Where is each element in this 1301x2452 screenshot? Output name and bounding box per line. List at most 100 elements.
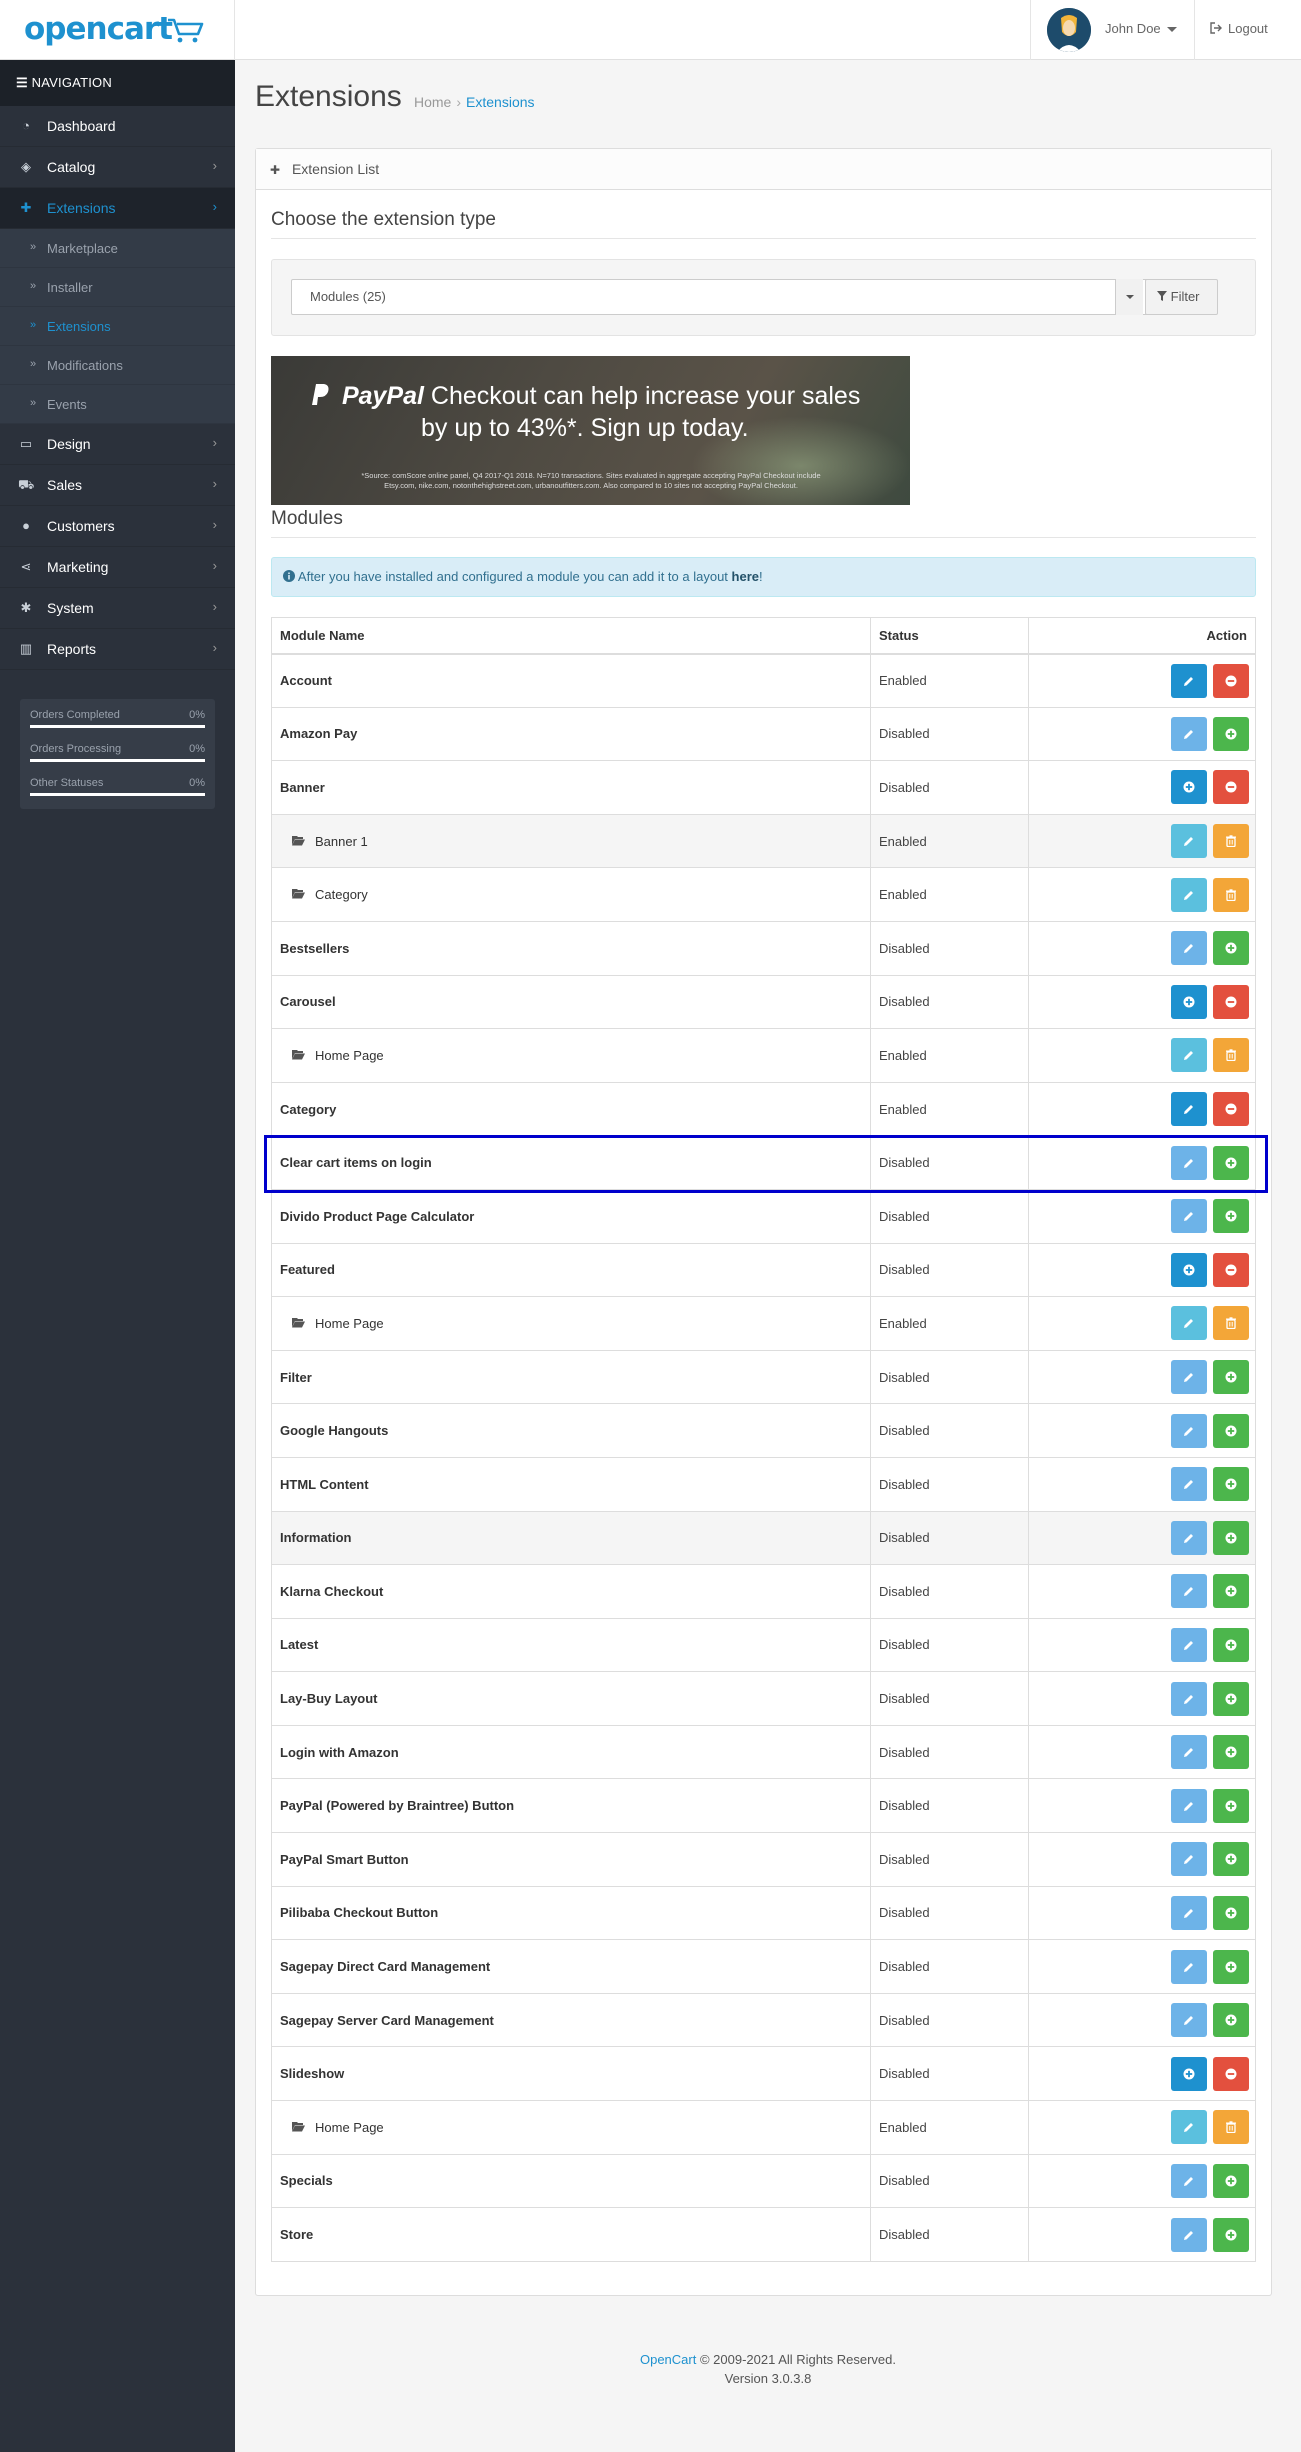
- modules-table-body: Account Enabled Amazon Pay Disabled Banner Di…: [271, 653, 1256, 2262]
- paypal-promo-banner[interactable]: PayPal Checkout can help increase your s…: [271, 356, 910, 505]
- module-actions: [1028, 1671, 1256, 1726]
- module-name-cell: Home Page: [271, 1028, 871, 1083]
- edit-button[interactable]: [1171, 2110, 1207, 2145]
- module-name-cell: Banner: [271, 760, 871, 815]
- edit-button[interactable]: [1171, 1788, 1207, 1823]
- install-button[interactable]: [1213, 1520, 1249, 1555]
- install-button[interactable]: [1213, 1413, 1249, 1448]
- install-button[interactable]: [1213, 1145, 1249, 1180]
- menu-customers[interactable]: ● Customers ›: [0, 506, 235, 547]
- uninstall-button[interactable]: [1213, 663, 1249, 698]
- install-button[interactable]: [1213, 1681, 1249, 1716]
- uninstall-button[interactable]: [1213, 2056, 1249, 2091]
- edit-button[interactable]: [1171, 1520, 1207, 1555]
- install-button[interactable]: [1213, 1735, 1249, 1770]
- edit-button[interactable]: [1171, 1038, 1207, 1073]
- menu-marketing[interactable]: ⋖ Marketing ›: [0, 547, 235, 588]
- install-button[interactable]: [1213, 1360, 1249, 1395]
- edit-button[interactable]: [1171, 1681, 1207, 1716]
- select-caret-icon[interactable]: [1115, 279, 1143, 315]
- submenu-installer[interactable]: » Installer: [0, 268, 235, 307]
- module-status: Disabled: [870, 920, 1029, 976]
- edit-button[interactable]: [1171, 1574, 1207, 1609]
- install-button[interactable]: [1213, 1467, 1249, 1502]
- extension-type-select[interactable]: Modules (25): [291, 279, 1171, 315]
- install-button[interactable]: [1213, 1842, 1249, 1877]
- edit-button[interactable]: [1171, 716, 1207, 751]
- edit-button[interactable]: [1171, 1199, 1207, 1234]
- edit-button[interactable]: [1171, 1145, 1207, 1180]
- uninstall-button[interactable]: [1213, 770, 1249, 805]
- install-button[interactable]: [1213, 931, 1249, 966]
- edit-button[interactable]: [1171, 2217, 1207, 2252]
- footer-opencart-link[interactable]: OpenCart: [640, 2352, 696, 2367]
- edit-button[interactable]: [1171, 931, 1207, 966]
- submenu-marketplace[interactable]: » Marketplace: [0, 229, 235, 268]
- breadcrumb-home[interactable]: Home: [414, 94, 451, 110]
- delete-button[interactable]: [1213, 877, 1249, 912]
- delete-button[interactable]: [1213, 824, 1249, 859]
- menu-dashboard[interactable]: ◔ Dashboard: [0, 106, 235, 147]
- edit-button[interactable]: [1171, 1360, 1207, 1395]
- stat-label: Other Statuses: [30, 777, 104, 789]
- menu-design[interactable]: ▭ Design ›: [0, 424, 235, 465]
- edit-button[interactable]: [1171, 2003, 1207, 2038]
- edit-button[interactable]: [1171, 824, 1207, 859]
- menu-reports[interactable]: ▥ Reports ›: [0, 629, 235, 670]
- delete-button[interactable]: [1213, 1038, 1249, 1073]
- uninstall-button[interactable]: [1213, 1252, 1249, 1287]
- add-module-button[interactable]: [1171, 984, 1207, 1019]
- filter-button[interactable]: Filter: [1145, 279, 1218, 315]
- uninstall-button[interactable]: [1213, 984, 1249, 1019]
- install-button[interactable]: [1213, 1949, 1249, 1984]
- install-button[interactable]: [1213, 1895, 1249, 1930]
- menu-extensions[interactable]: ✚ Extensions ›: [0, 188, 235, 229]
- alert-layout-link[interactable]: here: [732, 569, 759, 584]
- edit-button[interactable]: [1171, 1413, 1207, 1448]
- edit-button[interactable]: [1171, 1467, 1207, 1502]
- delete-button[interactable]: [1213, 1306, 1249, 1341]
- module-name-cell: HTML Content: [271, 1456, 871, 1512]
- edit-button[interactable]: [1171, 1895, 1207, 1930]
- install-button[interactable]: [1213, 2217, 1249, 2252]
- module-status: Disabled: [870, 1242, 1029, 1298]
- submenu-events[interactable]: » Events: [0, 385, 235, 424]
- opencart-logo[interactable]: opencart: [0, 0, 235, 60]
- module-status: Enabled: [870, 867, 1029, 922]
- menu-catalog[interactable]: ◈ Catalog ›: [0, 147, 235, 188]
- module-name: Lay-Buy Layout: [280, 1691, 378, 1707]
- edit-button[interactable]: [1171, 1627, 1207, 1662]
- uninstall-button[interactable]: [1213, 1092, 1249, 1127]
- add-module-button[interactable]: [1171, 770, 1207, 805]
- menu-system[interactable]: ✱ System ›: [0, 588, 235, 629]
- install-button[interactable]: [1213, 1627, 1249, 1662]
- edit-button[interactable]: [1171, 2163, 1207, 2198]
- module-name-cell: Sagepay Server Card Management: [271, 1992, 871, 2048]
- install-button[interactable]: [1213, 1574, 1249, 1609]
- edit-button[interactable]: [1171, 877, 1207, 912]
- delete-button[interactable]: [1213, 2110, 1249, 2145]
- user-dropdown[interactable]: John Doe: [1030, 0, 1195, 60]
- edit-button[interactable]: [1171, 663, 1207, 698]
- table-row: Klarna Checkout Disabled: [271, 1564, 1256, 1619]
- menu-sales[interactable]: ⛟ Sales ›: [0, 465, 235, 506]
- edit-button[interactable]: [1171, 1949, 1207, 1984]
- edit-button[interactable]: [1171, 1735, 1207, 1770]
- breadcrumb-extensions[interactable]: Extensions: [466, 94, 534, 110]
- edit-button[interactable]: [1171, 1306, 1207, 1341]
- edit-button[interactable]: [1171, 1842, 1207, 1877]
- module-name: Latest: [280, 1637, 319, 1653]
- module-actions: [1028, 1349, 1256, 1405]
- add-module-button[interactable]: [1171, 1252, 1207, 1287]
- submenu-extensions[interactable]: » Extensions: [0, 307, 235, 346]
- logout-link[interactable]: Logout: [1196, 0, 1301, 60]
- install-button[interactable]: [1213, 2003, 1249, 2038]
- install-button[interactable]: [1213, 716, 1249, 751]
- caret-down-icon: [1167, 27, 1177, 32]
- install-button[interactable]: [1213, 2163, 1249, 2198]
- install-button[interactable]: [1213, 1788, 1249, 1823]
- edit-button[interactable]: [1171, 1092, 1207, 1127]
- install-button[interactable]: [1213, 1199, 1249, 1234]
- submenu-modifications[interactable]: » Modifications: [0, 346, 235, 385]
- add-module-button[interactable]: [1171, 2056, 1207, 2091]
